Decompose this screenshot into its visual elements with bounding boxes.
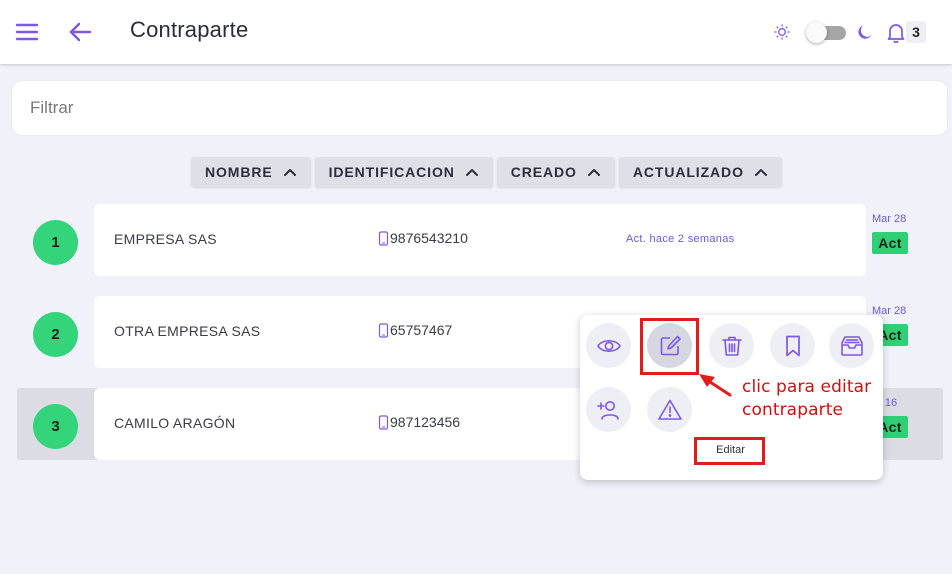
row-number-badge: 1 <box>33 220 78 265</box>
row-name: CAMILO ARAGÓN <box>114 415 236 431</box>
sort-label: NOMBRE <box>205 164 273 180</box>
bell-icon[interactable] <box>884 20 908 44</box>
delete-button[interactable] <box>709 323 754 368</box>
annotation-line-1: clic para editar <box>742 377 872 397</box>
page-title: Contraparte <box>130 17 249 42</box>
chevron-up-icon <box>754 169 767 176</box>
bookmark-icon <box>785 335 800 356</box>
row-card[interactable]: EMPRESA SAS 9876543210 Act. hace 2 seman… <box>94 204 866 276</box>
sort-by-identification-button[interactable]: IDENTIFICACION <box>314 157 493 187</box>
row-identification-value: 65757467 <box>390 322 453 338</box>
filter-box <box>12 81 947 135</box>
notification-count-badge: 3 <box>906 21 926 43</box>
row-name: EMPRESA SAS <box>114 231 217 247</box>
chevron-up-icon <box>465 169 478 176</box>
sort-bar: NOMBRE IDENTIFICACION CREADO ACTUALIZADO <box>191 157 782 187</box>
moon-icon <box>856 23 874 41</box>
edit-tooltip: Editar <box>699 440 762 462</box>
add-user-icon <box>596 400 619 420</box>
archive-button[interactable] <box>829 323 874 368</box>
theme-toggle-knob <box>806 22 827 43</box>
row-updated: Act. hace 2 semanas <box>626 233 735 245</box>
status-badge: Act <box>872 232 908 254</box>
archive-icon <box>840 335 863 356</box>
phone-icon <box>378 230 389 246</box>
phone-icon <box>378 322 389 338</box>
row-number-badge: 3 <box>33 404 78 449</box>
trash-icon <box>721 336 742 356</box>
sort-by-created-button[interactable]: CREADO <box>496 157 615 187</box>
app-bar: Contraparte 3 <box>0 0 952 64</box>
edit-icon <box>660 335 681 355</box>
filter-input[interactable] <box>12 81 947 135</box>
edit-button[interactable] <box>647 323 692 368</box>
sort-by-name-button[interactable]: NOMBRE <box>191 157 311 187</box>
row-name: OTRA EMPRESA SAS <box>114 323 261 339</box>
sort-label: CREADO <box>510 164 577 180</box>
report-button[interactable] <box>647 387 692 432</box>
table-row[interactable]: 1 EMPRESA SAS 9876543210 Act. hace 2 sem… <box>0 204 952 278</box>
add-user-button[interactable] <box>586 387 631 432</box>
row-number-badge: 2 <box>33 312 78 357</box>
menu-icon[interactable] <box>13 18 41 46</box>
chevron-up-icon <box>283 169 296 176</box>
row-date: Mar 28 <box>872 213 907 225</box>
eye-icon <box>596 339 621 352</box>
chevron-up-icon <box>587 169 600 176</box>
row-identification-value: 987123456 <box>390 414 461 430</box>
bookmark-button[interactable] <box>770 323 815 368</box>
annotation-arrow-icon <box>699 374 732 397</box>
row-identification: 9876543210 <box>378 230 468 246</box>
back-arrow-icon[interactable] <box>66 18 94 46</box>
sun-icon <box>773 23 791 41</box>
row-identification-value: 9876543210 <box>390 230 468 246</box>
annotation-line-2: contraparte <box>742 400 844 420</box>
row-identification: 65757467 <box>378 322 452 338</box>
warning-icon <box>657 399 682 420</box>
theme-toggle[interactable] <box>806 22 846 43</box>
row-identification: 987123456 <box>378 414 460 430</box>
sort-label: ACTUALIZADO <box>632 164 744 180</box>
annotation-text: clic para editar contraparte <box>742 376 882 422</box>
sort-label: IDENTIFICACION <box>328 164 455 180</box>
view-button[interactable] <box>586 323 631 368</box>
sort-by-updated-button[interactable]: ACTUALIZADO <box>618 157 782 187</box>
phone-icon <box>378 414 389 430</box>
